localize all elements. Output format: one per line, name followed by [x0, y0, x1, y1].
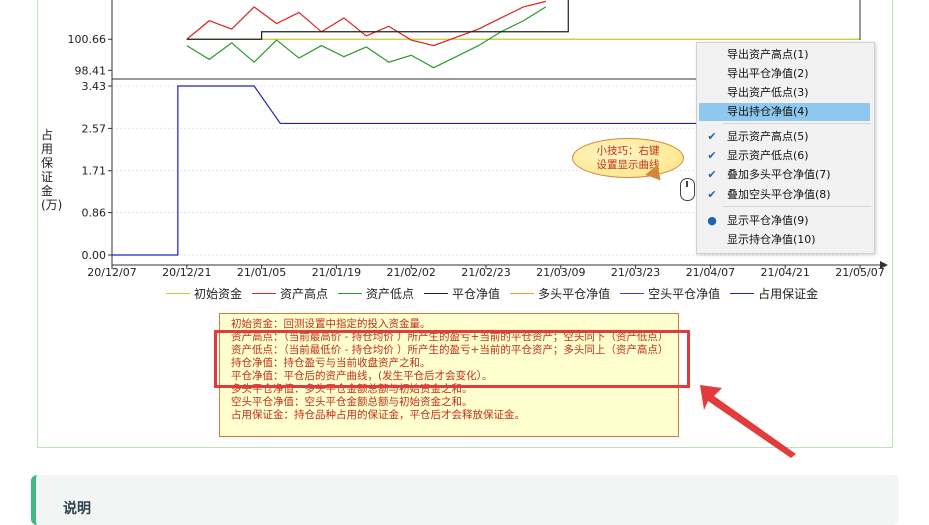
info-box: 说明	[31, 475, 899, 525]
info-title: 说明	[63, 501, 91, 517]
red-arrow-icon	[700, 385, 796, 458]
